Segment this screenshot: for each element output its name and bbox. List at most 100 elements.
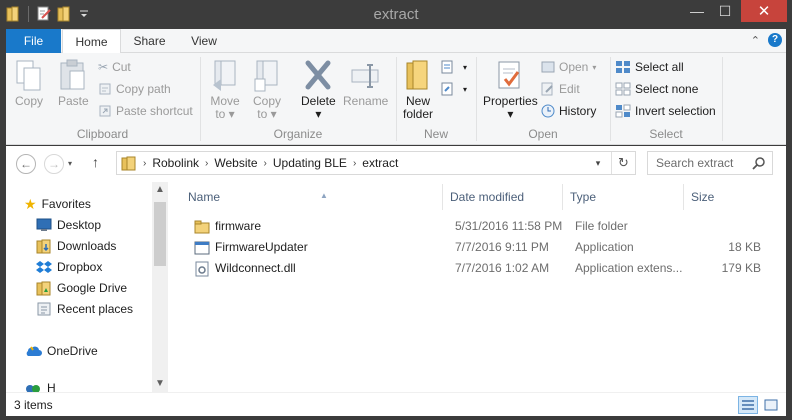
tab-share[interactable]: Share bbox=[122, 29, 177, 53]
search-placeholder: Search extract bbox=[656, 156, 734, 170]
copy-label: Copy bbox=[14, 94, 43, 108]
breadcrumb-updating-ble[interactable]: Updating BLE bbox=[273, 156, 347, 170]
folder-icon bbox=[194, 220, 210, 234]
tab-home[interactable]: Home bbox=[62, 29, 121, 54]
history-icon bbox=[541, 104, 555, 118]
details-view-icon bbox=[742, 400, 754, 410]
breadcrumb-extract[interactable]: extract bbox=[362, 156, 398, 170]
ribbon-right-controls: ⌃ ? bbox=[751, 33, 782, 47]
clipboard-group-label: Clipboard bbox=[76, 127, 129, 141]
select-none-icon bbox=[615, 82, 631, 96]
copy-button[interactable]: Copy bbox=[14, 59, 44, 108]
navigation-bar: ← → ▾ ↑ › Robolink › Website › Updating … bbox=[6, 146, 786, 182]
file-date: 7/7/2016 1:02 AM bbox=[455, 261, 550, 275]
breadcrumb-robolink[interactable]: Robolink bbox=[152, 156, 199, 170]
nav-downloads[interactable]: Downloads bbox=[36, 237, 116, 255]
easy-access-button[interactable]: ▾ bbox=[441, 79, 467, 99]
paste-button[interactable]: Paste bbox=[58, 59, 89, 108]
column-header-date-modified[interactable]: Date modified bbox=[442, 182, 562, 210]
nav-item-label: Google Drive bbox=[57, 281, 128, 295]
select-group: Select all Select none Invert selection … bbox=[611, 53, 721, 145]
title-bar: extract — ☐ ✕ bbox=[0, 0, 792, 29]
dropdown-arrow-icon: ▾ bbox=[592, 62, 597, 72]
file-row[interactable]: Wildconnect.dll 7/7/2016 1:02 AM Applica… bbox=[180, 258, 780, 279]
select-none-button[interactable]: Select none bbox=[615, 79, 698, 99]
nav-google-drive[interactable]: Google Drive bbox=[36, 279, 127, 297]
history-button[interactable]: History bbox=[541, 101, 596, 121]
nav-desktop[interactable]: Desktop bbox=[36, 216, 101, 234]
select-group-label: Select bbox=[649, 127, 683, 141]
copy-to-button[interactable]: Copy to ▾ bbox=[251, 59, 283, 121]
properties-button[interactable]: Properties ▾ bbox=[483, 59, 538, 121]
chevron-right-icon: › bbox=[352, 157, 357, 169]
refresh-button[interactable]: ↻ bbox=[611, 152, 635, 174]
invert-selection-button[interactable]: Invert selection bbox=[615, 101, 716, 121]
properties-label: Properties ▾ bbox=[483, 94, 538, 121]
window-title: extract bbox=[373, 6, 419, 23]
nav-favorites[interactable]: ★ Favorites bbox=[24, 195, 91, 213]
column-header-name[interactable]: Name ▲ bbox=[180, 182, 442, 210]
file-list: Name ▲ Date modified Type Size firmware … bbox=[168, 182, 786, 392]
open-button[interactable]: Open ▾ bbox=[541, 57, 596, 77]
search-input[interactable]: Search extract bbox=[647, 151, 773, 175]
tab-view[interactable]: View bbox=[178, 29, 230, 53]
edit-button[interactable]: Edit bbox=[541, 79, 580, 99]
scroll-down-arrow-icon[interactable]: ▼ bbox=[152, 376, 168, 392]
file-type: Application extens... bbox=[575, 261, 683, 275]
rename-icon bbox=[351, 64, 379, 88]
large-icons-view-button[interactable] bbox=[761, 396, 781, 414]
nav-recent-places[interactable]: Recent places bbox=[36, 300, 133, 318]
nav-onedrive-label: OneDrive bbox=[47, 344, 98, 358]
file-row[interactable]: FirmwareUpdater 7/7/2016 9:11 PM Applica… bbox=[180, 237, 780, 258]
column-header-size[interactable]: Size bbox=[683, 182, 763, 210]
easy-access-icon bbox=[441, 82, 453, 96]
address-history-dropdown[interactable]: ▾ bbox=[589, 152, 607, 174]
maximize-button[interactable]: ☐ bbox=[712, 0, 738, 22]
scroll-up-arrow-icon[interactable]: ▲ bbox=[152, 182, 168, 198]
move-to-button[interactable]: Move to ▾ bbox=[209, 59, 241, 121]
select-all-button[interactable]: Select all bbox=[615, 57, 684, 77]
scrollbar-thumb[interactable] bbox=[154, 202, 166, 266]
nav-item-label: Dropbox bbox=[57, 260, 103, 274]
chevron-right-icon: › bbox=[143, 157, 147, 169]
up-button[interactable]: ↑ bbox=[92, 154, 99, 170]
minimize-button[interactable]: — bbox=[684, 0, 710, 22]
back-button[interactable]: ← bbox=[16, 154, 36, 174]
onedrive-icon bbox=[26, 346, 42, 356]
nav-homegroup-partial[interactable]: H bbox=[24, 381, 56, 392]
copy-path-button[interactable]: Copy path bbox=[98, 79, 171, 99]
forward-button[interactable]: → bbox=[44, 154, 64, 174]
history-label: History bbox=[559, 104, 597, 118]
new-item-button[interactable]: ▾ bbox=[441, 57, 467, 77]
file-row[interactable]: firmware 5/31/2016 11:58 PM File folder bbox=[180, 216, 780, 237]
nav-item-label: Downloads bbox=[57, 239, 117, 253]
close-button[interactable]: ✕ bbox=[741, 0, 787, 22]
breadcrumb-website[interactable]: Website bbox=[214, 156, 257, 170]
sort-ascending-icon: ▲ bbox=[320, 191, 328, 200]
rename-label: Rename bbox=[343, 94, 389, 108]
nav-item-label: Desktop bbox=[57, 218, 102, 232]
clipboard-group: Copy Paste ✂ Cut Copy path Paste shortcu… bbox=[6, 53, 199, 145]
nav-scrollbar[interactable]: ▲ ▼ bbox=[152, 182, 168, 392]
cut-button[interactable]: ✂ Cut bbox=[98, 57, 131, 77]
column-header-type[interactable]: Type bbox=[562, 182, 683, 210]
tab-file[interactable]: File bbox=[6, 29, 61, 53]
recent-locations-icon[interactable]: ▾ bbox=[68, 159, 72, 168]
delete-button[interactable]: Delete ▾ bbox=[301, 59, 336, 121]
details-view-button[interactable] bbox=[738, 396, 758, 414]
nav-onedrive[interactable]: OneDrive bbox=[24, 342, 98, 360]
paste-shortcut-button[interactable]: Paste shortcut bbox=[98, 101, 193, 121]
google-drive-folder-icon bbox=[36, 281, 51, 296]
rename-button[interactable]: Rename bbox=[343, 59, 388, 108]
new-folder-button[interactable]: New folder bbox=[403, 59, 433, 121]
status-bar: 3 items bbox=[6, 392, 786, 416]
collapse-ribbon-icon[interactable]: ⌃ bbox=[751, 34, 760, 47]
nav-dropbox[interactable]: Dropbox bbox=[36, 258, 102, 276]
file-date: 5/31/2016 11:58 PM bbox=[455, 219, 563, 233]
address-bar[interactable]: › Robolink › Website › Updating BLE › ex… bbox=[116, 151, 636, 175]
invert-selection-icon bbox=[615, 104, 631, 118]
help-icon[interactable]: ? bbox=[768, 33, 782, 47]
star-icon: ★ bbox=[24, 195, 37, 212]
desktop-icon bbox=[36, 218, 52, 231]
move-to-label: Move to ▾ bbox=[210, 94, 240, 121]
